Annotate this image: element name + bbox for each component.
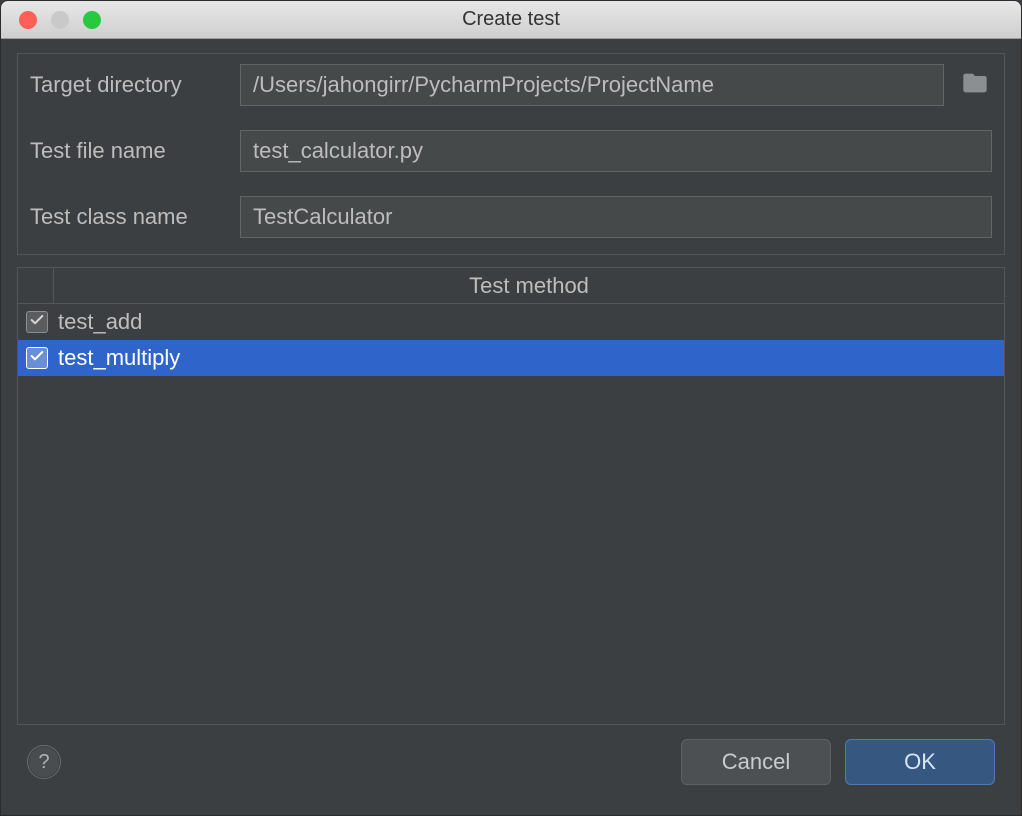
test-class-name-label: Test class name: [30, 204, 226, 230]
test-file-name-label: Test file name: [30, 138, 226, 164]
test-class-name-input[interactable]: TestCalculator: [240, 196, 992, 238]
test-methods-table: Test method test_add: [17, 267, 1005, 725]
create-test-dialog: Create test Target directory /Users/jaho…: [0, 0, 1022, 816]
browse-folder-button[interactable]: [958, 69, 992, 102]
row-checkbox[interactable]: [26, 311, 48, 333]
table-header: Test method: [18, 268, 1004, 304]
test-file-name-input[interactable]: test_calculator.py: [240, 130, 992, 172]
method-name: test_add: [58, 309, 142, 335]
row-checkbox[interactable]: [26, 347, 48, 369]
target-directory-input[interactable]: /Users/jahongirr/PycharmProjects/Project…: [240, 64, 944, 106]
checkmark-icon: [29, 312, 45, 333]
test-class-name-row: Test class name TestCalculator: [30, 196, 992, 238]
target-directory-label: Target directory: [30, 72, 226, 98]
ok-button[interactable]: OK: [845, 739, 995, 785]
table-row[interactable]: test_multiply: [18, 340, 1004, 376]
help-button[interactable]: ?: [27, 745, 61, 779]
titlebar: Create test: [1, 1, 1021, 39]
cancel-button[interactable]: Cancel: [681, 739, 831, 785]
table-body: test_add test_multiply: [18, 304, 1004, 724]
method-column-header[interactable]: Test method: [54, 268, 1004, 303]
checkbox-column-header[interactable]: [18, 268, 54, 303]
window-title: Create test: [1, 8, 1021, 31]
test-file-name-row: Test file name test_calculator.py: [30, 130, 992, 172]
table-row[interactable]: test_add: [18, 304, 1004, 340]
checkmark-icon: [29, 348, 45, 369]
window-controls: [1, 11, 101, 29]
method-name: test_multiply: [58, 345, 180, 371]
target-directory-row: Target directory /Users/jahongirr/Pychar…: [30, 64, 992, 106]
folder-icon: [961, 69, 989, 102]
zoom-window-button[interactable]: [83, 11, 101, 29]
dialog-footer: ? Cancel OK: [17, 725, 1005, 799]
dialog-content: Target directory /Users/jahongirr/Pychar…: [1, 39, 1021, 815]
form-section: Target directory /Users/jahongirr/Pychar…: [17, 53, 1005, 255]
close-window-button[interactable]: [19, 11, 37, 29]
minimize-window-button[interactable]: [51, 11, 69, 29]
